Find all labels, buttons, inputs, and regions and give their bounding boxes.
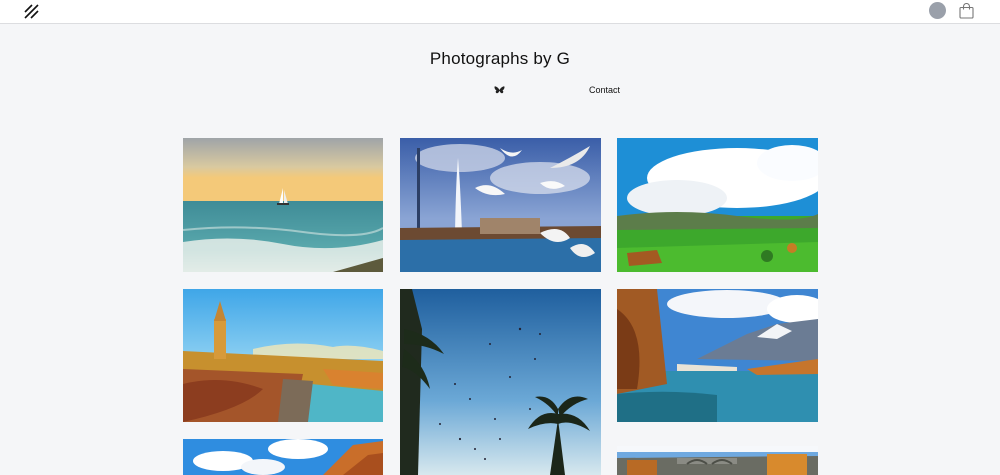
page-title: Photographs by G: [429, 49, 571, 68]
user-avatar[interactable]: [929, 2, 946, 19]
gallery-photo-river-mountains[interactable]: [617, 289, 818, 422]
butterfly-icon[interactable]: [494, 85, 505, 96]
contact-link[interactable]: Contact: [589, 85, 620, 95]
gallery-photo-sky-clouds[interactable]: [183, 439, 383, 475]
gallery-photo-green-landscape[interactable]: [617, 138, 818, 272]
gallery-photo-seagulls-fountain[interactable]: [400, 138, 601, 272]
gallery-photo-bridge-town[interactable]: [617, 446, 818, 475]
shopping-bag-icon[interactable]: [959, 3, 974, 19]
gallery-photo-city-cathedral[interactable]: [183, 289, 383, 422]
logo-icon[interactable]: [24, 4, 39, 19]
top-bar: [0, 0, 1000, 24]
gallery-photo-birds-palm[interactable]: [400, 289, 601, 475]
gallery-photo-sea-sailboat[interactable]: [183, 138, 383, 272]
